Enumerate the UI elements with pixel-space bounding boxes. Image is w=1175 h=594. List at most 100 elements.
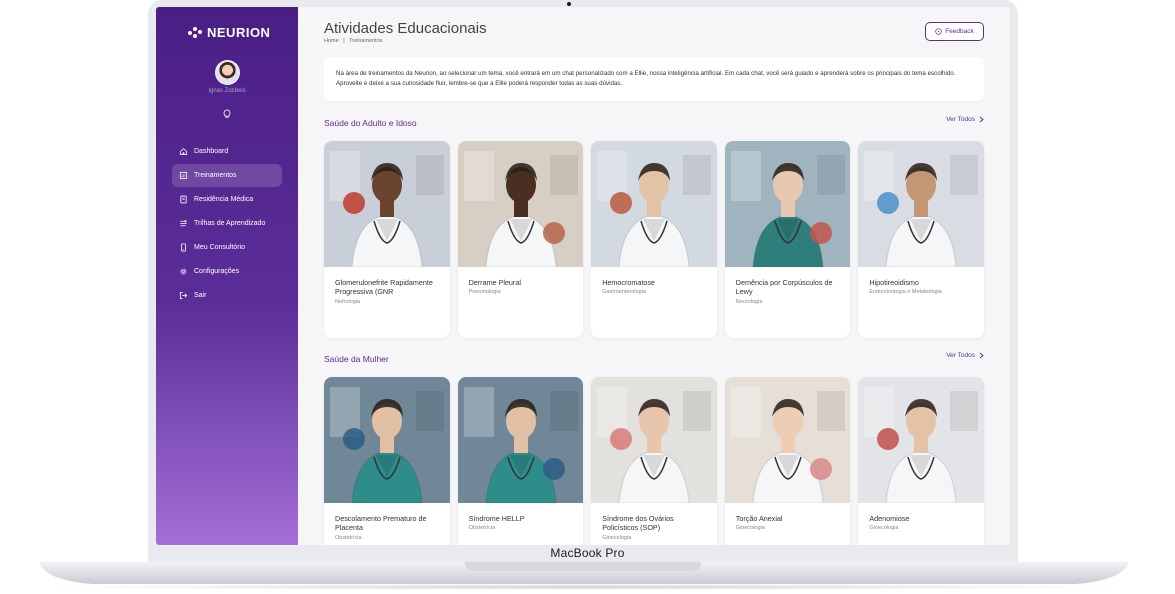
sidebar-nav: Dashboard Treinamentos Residência Médica…: [172, 140, 282, 308]
chart-icon: [179, 171, 188, 180]
card-title: Adenomiose: [869, 514, 910, 523]
chevron-right-icon: [979, 116, 984, 123]
training-card[interactable]: Adenomiose Ginecologia: [858, 377, 984, 545]
gear-icon: [180, 268, 187, 275]
lightbulb-icon[interactable]: [222, 109, 232, 119]
feedback-icon: [935, 28, 942, 35]
card-subtitle: Gastroenterologia: [602, 289, 646, 296]
sidebar-item-configuracoes[interactable]: Configurações: [172, 260, 282, 283]
card-subtitle: Obstetrícia: [335, 534, 362, 541]
card-body: Adenomiose Ginecologia: [858, 503, 984, 531]
chevron-right-icon: [979, 352, 984, 359]
card-title: Hemocromatose: [602, 278, 655, 287]
sidebar-item-sair[interactable]: Sair: [172, 284, 282, 307]
base-shadow: [40, 584, 1128, 590]
sidebar-item-dashboard[interactable]: Dashboard: [172, 140, 282, 163]
breadcrumb-separator: |: [343, 38, 345, 44]
breadcrumb: Home | Treinamentos: [324, 38, 383, 44]
card-body: Síndrome HELLP Obstetrícia: [458, 503, 584, 531]
card-image: [858, 377, 984, 503]
card-row: Glomerulonefrite Rapidamente Progressiva…: [324, 141, 984, 338]
training-card[interactable]: Glomerulonefrite Rapidamente Progressiva…: [324, 141, 450, 338]
see-all-label: Ver Todos: [946, 116, 975, 123]
home-icon: [179, 148, 188, 156]
card-image: [457, 141, 584, 267]
base-notch: [465, 562, 701, 571]
intro-text: Na área de treinamentos da Neurion, ao s…: [336, 70, 956, 87]
training-card[interactable]: Derrame Pleural Pneumologia: [457, 141, 584, 338]
card-subtitle: Endocrinologia e Metabologia: [869, 289, 942, 296]
sidebar-item-trilhas[interactable]: Trilhas de Aprendizado: [172, 212, 282, 235]
sidebar-item-residencia-medica[interactable]: Residência Médica: [172, 188, 282, 211]
card-image: [324, 141, 450, 267]
logo-text: NEURION: [207, 25, 271, 40]
training-card[interactable]: Síndrome dos Ovários Policísticos (SOP) G…: [591, 377, 717, 545]
card-body: Descolamento Prematuro de Placenta Obstet…: [324, 503, 450, 541]
sidebar-item-label: Meu Consultório: [194, 244, 245, 251]
feedback-button[interactable]: Feedback: [925, 22, 984, 41]
card-image: [457, 377, 584, 503]
doctor-illustration-icon: [591, 141, 717, 267]
card-image: [591, 377, 717, 503]
card-image: [724, 377, 851, 503]
route-icon: [180, 219, 188, 227]
card-image: [858, 141, 984, 267]
sidebar-item-label: Configurações: [194, 268, 240, 275]
training-card[interactable]: Torção Anexial Ginecologia: [724, 377, 851, 545]
card-body: Derrame Pleural Pneumologia: [458, 267, 584, 295]
training-card[interactable]: Síndrome HELLP Obstetrícia: [457, 377, 584, 545]
card-subtitle: Nefrologia: [335, 298, 361, 305]
card-subtitle: Pneumologia: [468, 289, 501, 296]
avatar[interactable]: [215, 60, 240, 85]
sidebar: NEURION Ignas Zocbeis Dashboard Treiname…: [156, 7, 298, 545]
card-body: Glomerulonefrite Rapidamente Progressiva…: [324, 267, 450, 305]
breadcrumb-current: Treinamentos: [349, 38, 383, 44]
training-card[interactable]: Descolamento Prematuro de Placenta Obstet…: [324, 377, 450, 545]
card-title: Síndrome HELLP: [468, 514, 525, 523]
training-card[interactable]: Hipotireoidismo Endocrinologia e Metabolo…: [858, 141, 984, 338]
page-title: Atividades Educacionais: [324, 20, 487, 37]
phone-icon: [181, 243, 186, 252]
sidebar-item-label: Trilhas de Aprendizado: [194, 220, 266, 227]
doctor-illustration-icon: [324, 377, 450, 503]
doctor-illustration-icon: [858, 377, 984, 503]
sidebar-item-label: Treinamentos: [194, 172, 237, 179]
card-body: Demência por Corpúsculos de Lewy Neurolog…: [725, 267, 851, 305]
breadcrumb-home[interactable]: Home: [324, 38, 339, 44]
sidebar-item-label: Residência Médica: [194, 196, 254, 203]
doctor-illustration-icon: [591, 377, 717, 503]
section-title: Saúde da Mulher: [324, 354, 389, 364]
sidebar-item-label: Sair: [194, 292, 207, 299]
card-title: Torção Anexial: [735, 514, 783, 523]
sidebar-item-treinamentos[interactable]: Treinamentos: [172, 164, 282, 187]
card-body: Hemocromatose Gastroenterologia: [591, 267, 717, 295]
doctor-illustration-icon: [324, 141, 450, 267]
card-title: Derrame Pleural: [468, 278, 521, 287]
card-image: [724, 141, 851, 267]
training-card[interactable]: Hemocromatose Gastroenterologia: [591, 141, 717, 338]
doctor-illustration-icon: [457, 141, 584, 267]
main-content: Atividades Educacionais Home | Treinamen…: [298, 7, 1010, 545]
see-all-link[interactable]: Ver Todos: [946, 116, 984, 123]
card-image: [324, 377, 450, 503]
card-subtitle: Neurologia: [735, 298, 763, 305]
app-screen: NEURION Ignas Zocbeis Dashboard Treiname…: [156, 7, 1010, 545]
card-row: Descolamento Prematuro de Placenta Obstet…: [324, 377, 984, 545]
sidebar-item-meu-consultorio[interactable]: Meu Consultório: [172, 236, 282, 259]
card-title: Síndrome dos Ovários Policísticos (SOP): [602, 514, 674, 533]
card-subtitle: Ginecologia: [735, 525, 765, 532]
logo[interactable]: NEURION: [188, 25, 270, 40]
card-title: Descolamento Prematuro de Placenta: [335, 514, 427, 533]
card-subtitle: Obstetrícia: [468, 525, 496, 532]
doctor-illustration-icon: [724, 141, 851, 267]
doctor-illustration-icon: [457, 377, 584, 503]
card-image: [591, 141, 717, 267]
card-title: Demência por Corpúsculos de Lewy: [735, 278, 833, 297]
logout-icon: [179, 291, 188, 300]
card-body: Torção Anexial Ginecologia: [725, 503, 851, 531]
intro-box: Na área de treinamentos da Neurion, ao s…: [324, 57, 984, 101]
training-card[interactable]: Demência por Corpúsculos de Lewy Neurolog…: [724, 141, 851, 338]
see-all-link[interactable]: Ver Todos: [946, 352, 984, 359]
sidebar-item-label: Dashboard: [194, 148, 229, 155]
device-label: MacBook Pro: [550, 546, 625, 560]
